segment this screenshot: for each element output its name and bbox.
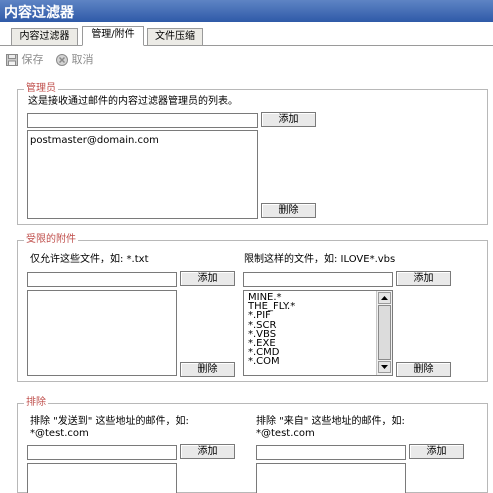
scroll-down-button[interactable] [378,361,391,373]
tab-label: 管理/附件 [91,29,135,40]
add-administrator-button[interactable]: 添加 [261,112,316,127]
administrators-legend: 管理员 [24,82,58,95]
allow-files-input[interactable] [27,272,177,287]
exclude-sent-to-input[interactable] [27,445,177,460]
tab-divider [0,45,493,46]
list-item[interactable]: *.COM [248,357,376,367]
delete-restricted-file-button[interactable]: 删除 [396,362,451,377]
administrator-input[interactable] [27,113,258,128]
tab-label: 文件压缩 [155,31,195,42]
exclude-from-list[interactable] [256,463,406,493]
delete-allowed-file-button[interactable]: 删除 [180,362,235,377]
tab-admin-attachments[interactable]: 管理/附件 [82,26,144,46]
administrators-list[interactable]: postmaster@domain.com [27,130,258,219]
list-item[interactable]: postmaster@domain.com [30,135,159,146]
save-label: 保存 [21,53,44,66]
exclude-sent-to-list[interactable] [27,463,177,493]
exclude-from-example: *@test.com [256,428,315,439]
restricted-files-scrollbar[interactable] [376,291,392,375]
arrow-down-icon [381,365,388,369]
window-title-bar: 内容过滤器 [0,0,493,22]
attachments-legend: 受限的附件 [24,233,78,246]
save-button[interactable]: 保存 [6,53,44,67]
restricted-files-items: MINE.* THE_FLY.* *.PIF *.SCR *.VBS *.EXE… [248,292,376,367]
administrators-description: 这是接收通过邮件的内容过滤器管理员的列表。 [28,96,238,107]
exclude-from-label: 排除 "来自" 这些地址的邮件，如: [256,416,405,427]
add-from-exclusion-button[interactable]: 添加 [409,444,464,459]
add-allowed-file-button[interactable]: 添加 [180,271,235,286]
restrict-files-input[interactable] [243,272,393,287]
scroll-thumb[interactable] [378,305,391,360]
cancel-button[interactable]: 取消 [56,53,94,67]
add-sent-to-exclusion-button[interactable]: 添加 [180,444,235,459]
delete-administrator-button[interactable]: 删除 [261,203,316,218]
tab-label: 内容过滤器 [19,31,70,42]
window-title: 内容过滤器 [4,5,74,21]
scroll-up-button[interactable] [378,292,391,304]
tab-content-filter[interactable]: 内容过滤器 [11,28,78,45]
exclusions-legend: 排除 [24,396,48,409]
tab-file-compression[interactable]: 文件压缩 [147,28,203,45]
restricted-files-list[interactable]: MINE.* THE_FLY.* *.PIF *.SCR *.VBS *.EXE… [243,290,393,376]
save-icon [6,54,18,66]
cancel-icon [56,54,68,66]
exclude-sent-to-label: 排除 "发送到" 这些地址的邮件，如: [30,416,189,427]
allowed-files-list[interactable] [27,290,177,376]
restrict-files-label: 限制这样的文件，如: ILOVE*.vbs [244,254,396,265]
arrow-up-icon [381,296,388,300]
cancel-label: 取消 [71,53,94,66]
exclude-sent-to-example: *@test.com [30,428,89,439]
exclude-from-input[interactable] [256,445,406,460]
allow-files-label: 仅允许这些文件，如: *.txt [30,254,149,265]
add-restricted-file-button[interactable]: 添加 [396,271,451,286]
